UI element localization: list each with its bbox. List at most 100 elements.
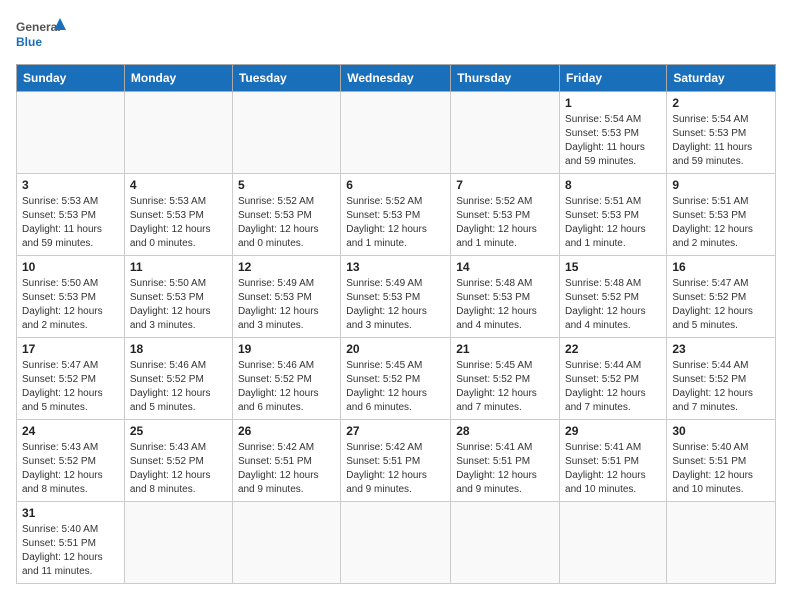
day-number: 3	[22, 178, 119, 192]
day-number: 25	[130, 424, 227, 438]
header: General Blue	[16, 16, 776, 56]
calendar-cell	[341, 92, 451, 174]
svg-text:Blue: Blue	[16, 35, 42, 49]
calendar-cell: 5Sunrise: 5:52 AM Sunset: 5:53 PM Daylig…	[232, 174, 340, 256]
weekday-header-saturday: Saturday	[667, 65, 776, 92]
calendar-week-row: 3 Sunrise: 5:53 AM Sunset: 5:53 PM Daylig…	[17, 174, 776, 256]
calendar-cell	[667, 502, 776, 584]
day-number: 2	[672, 96, 770, 110]
calendar-cell	[451, 502, 560, 584]
day-number: 16	[672, 260, 770, 274]
day-number: 29	[565, 424, 661, 438]
calendar-cell	[124, 92, 232, 174]
day-number: 21	[456, 342, 554, 356]
day-number: 27	[346, 424, 445, 438]
day-number: 23	[672, 342, 770, 356]
day-info: Sunrise: 5:53 AM Sunset: 5:53 PM Dayligh…	[130, 195, 227, 251]
day-info: Sunrise: 5:52 AM Sunset: 5:53 PM Dayligh…	[456, 195, 554, 251]
day-info: Sunrise: 5:50 AM Sunset: 5:53 PM Dayligh…	[22, 277, 119, 333]
day-info: Sunrise: 5:45 AM Sunset: 5:52 PM Dayligh…	[456, 359, 554, 415]
calendar-cell: 8Sunrise: 5:51 AM Sunset: 5:53 PM Daylig…	[560, 174, 667, 256]
calendar-cell: 30Sunrise: 5:40 AM Sunset: 5:51 PM Dayli…	[667, 420, 776, 502]
day-info: Sunrise: 5:48 AM Sunset: 5:52 PM Dayligh…	[565, 277, 661, 333]
calendar-cell: 13Sunrise: 5:49 AM Sunset: 5:53 PM Dayli…	[341, 256, 451, 338]
calendar-cell: 2 Sunrise: 5:54 AM Sunset: 5:53 PM Daylig…	[667, 92, 776, 174]
day-number: 20	[346, 342, 445, 356]
calendar-cell: 7 Sunrise: 5:52 AM Sunset: 5:53 PM Daylig…	[451, 174, 560, 256]
weekday-header-friday: Friday	[560, 65, 667, 92]
svg-text:General: General	[16, 20, 61, 34]
day-number: 18	[130, 342, 227, 356]
day-info: Sunrise: 5:44 AM Sunset: 5:52 PM Dayligh…	[672, 359, 770, 415]
day-number: 10	[22, 260, 119, 274]
logo: General Blue	[16, 16, 66, 56]
day-info: Sunrise: 5:42 AM Sunset: 5:51 PM Dayligh…	[346, 441, 445, 497]
weekday-header-thursday: Thursday	[451, 65, 560, 92]
calendar-cell: 31Sunrise: 5:40 AM Sunset: 5:51 PM Dayli…	[17, 502, 125, 584]
calendar-cell: 24Sunrise: 5:43 AM Sunset: 5:52 PM Dayli…	[17, 420, 125, 502]
day-number: 6	[346, 178, 445, 192]
day-info: Sunrise: 5:51 AM Sunset: 5:53 PM Dayligh…	[565, 195, 661, 251]
calendar-week-row: 24Sunrise: 5:43 AM Sunset: 5:52 PM Dayli…	[17, 420, 776, 502]
calendar-cell: 27 Sunrise: 5:42 AM Sunset: 5:51 PM Dayli…	[341, 420, 451, 502]
calendar-cell: 11Sunrise: 5:50 AM Sunset: 5:53 PM Dayli…	[124, 256, 232, 338]
calendar-cell: 3 Sunrise: 5:53 AM Sunset: 5:53 PM Daylig…	[17, 174, 125, 256]
day-info: Sunrise: 5:40 AM Sunset: 5:51 PM Dayligh…	[672, 441, 770, 497]
calendar-cell: 23 Sunrise: 5:44 AM Sunset: 5:52 PM Dayli…	[667, 338, 776, 420]
calendar-week-row: 10 Sunrise: 5:50 AM Sunset: 5:53 PM Dayli…	[17, 256, 776, 338]
day-number: 19	[238, 342, 335, 356]
day-number: 15	[565, 260, 661, 274]
day-info: Sunrise: 5:51 AM Sunset: 5:53 PM Dayligh…	[672, 195, 770, 251]
calendar-cell	[232, 502, 340, 584]
calendar-cell: 4 Sunrise: 5:53 AM Sunset: 5:53 PM Daylig…	[124, 174, 232, 256]
day-info: Sunrise: 5:47 AM Sunset: 5:52 PM Dayligh…	[672, 277, 770, 333]
calendar-cell: 29 Sunrise: 5:41 AM Sunset: 5:51 PM Dayli…	[560, 420, 667, 502]
day-info: Sunrise: 5:46 AM Sunset: 5:52 PM Dayligh…	[130, 359, 227, 415]
day-info: Sunrise: 5:44 AM Sunset: 5:52 PM Dayligh…	[565, 359, 661, 415]
weekday-header-row: SundayMondayTuesdayWednesdayThursdayFrid…	[17, 65, 776, 92]
calendar-cell	[560, 502, 667, 584]
day-info: Sunrise: 5:45 AM Sunset: 5:52 PM Dayligh…	[346, 359, 445, 415]
day-info: Sunrise: 5:42 AM Sunset: 5:51 PM Dayligh…	[238, 441, 335, 497]
day-info: Sunrise: 5:52 AM Sunset: 5:53 PM Dayligh…	[238, 195, 335, 251]
calendar-cell: 1Sunrise: 5:54 AM Sunset: 5:53 PM Daylig…	[560, 92, 667, 174]
calendar-cell: 12Sunrise: 5:49 AM Sunset: 5:53 PM Dayli…	[232, 256, 340, 338]
day-info: Sunrise: 5:46 AM Sunset: 5:52 PM Dayligh…	[238, 359, 335, 415]
calendar-cell	[232, 92, 340, 174]
day-number: 12	[238, 260, 335, 274]
day-info: Sunrise: 5:54 AM Sunset: 5:53 PM Dayligh…	[565, 113, 661, 169]
calendar-cell: 19 Sunrise: 5:46 AM Sunset: 5:52 PM Dayli…	[232, 338, 340, 420]
calendar-cell: 18 Sunrise: 5:46 AM Sunset: 5:52 PM Dayli…	[124, 338, 232, 420]
calendar-cell: 10 Sunrise: 5:50 AM Sunset: 5:53 PM Dayli…	[17, 256, 125, 338]
calendar-week-row: 1Sunrise: 5:54 AM Sunset: 5:53 PM Daylig…	[17, 92, 776, 174]
day-info: Sunrise: 5:52 AM Sunset: 5:53 PM Dayligh…	[346, 195, 445, 251]
day-info: Sunrise: 5:41 AM Sunset: 5:51 PM Dayligh…	[565, 441, 661, 497]
calendar-cell: 16 Sunrise: 5:47 AM Sunset: 5:52 PM Dayli…	[667, 256, 776, 338]
calendar-table: SundayMondayTuesdayWednesdayThursdayFrid…	[16, 64, 776, 584]
calendar-cell: 9 Sunrise: 5:51 AM Sunset: 5:53 PM Daylig…	[667, 174, 776, 256]
calendar-cell: 28Sunrise: 5:41 AM Sunset: 5:51 PM Dayli…	[451, 420, 560, 502]
day-number: 26	[238, 424, 335, 438]
weekday-header-sunday: Sunday	[17, 65, 125, 92]
calendar-cell: 17Sunrise: 5:47 AM Sunset: 5:52 PM Dayli…	[17, 338, 125, 420]
calendar-cell: 21 Sunrise: 5:45 AM Sunset: 5:52 PM Dayli…	[451, 338, 560, 420]
calendar-cell	[17, 92, 125, 174]
day-number: 9	[672, 178, 770, 192]
calendar-header: SundayMondayTuesdayWednesdayThursdayFrid…	[17, 65, 776, 92]
day-info: Sunrise: 5:53 AM Sunset: 5:53 PM Dayligh…	[22, 195, 119, 251]
day-number: 13	[346, 260, 445, 274]
calendar-week-row: 17Sunrise: 5:47 AM Sunset: 5:52 PM Dayli…	[17, 338, 776, 420]
day-info: Sunrise: 5:54 AM Sunset: 5:53 PM Dayligh…	[672, 113, 770, 169]
calendar-cell: 15 Sunrise: 5:48 AM Sunset: 5:52 PM Dayli…	[560, 256, 667, 338]
day-number: 4	[130, 178, 227, 192]
calendar-cell	[341, 502, 451, 584]
calendar-cell: 14Sunrise: 5:48 AM Sunset: 5:53 PM Dayli…	[451, 256, 560, 338]
weekday-header-monday: Monday	[124, 65, 232, 92]
calendar-body: 1Sunrise: 5:54 AM Sunset: 5:53 PM Daylig…	[17, 92, 776, 584]
calendar-cell: 25Sunrise: 5:43 AM Sunset: 5:52 PM Dayli…	[124, 420, 232, 502]
day-number: 7	[456, 178, 554, 192]
day-number: 17	[22, 342, 119, 356]
day-number: 11	[130, 260, 227, 274]
calendar-cell: 26 Sunrise: 5:42 AM Sunset: 5:51 PM Dayli…	[232, 420, 340, 502]
day-info: Sunrise: 5:48 AM Sunset: 5:53 PM Dayligh…	[456, 277, 554, 333]
